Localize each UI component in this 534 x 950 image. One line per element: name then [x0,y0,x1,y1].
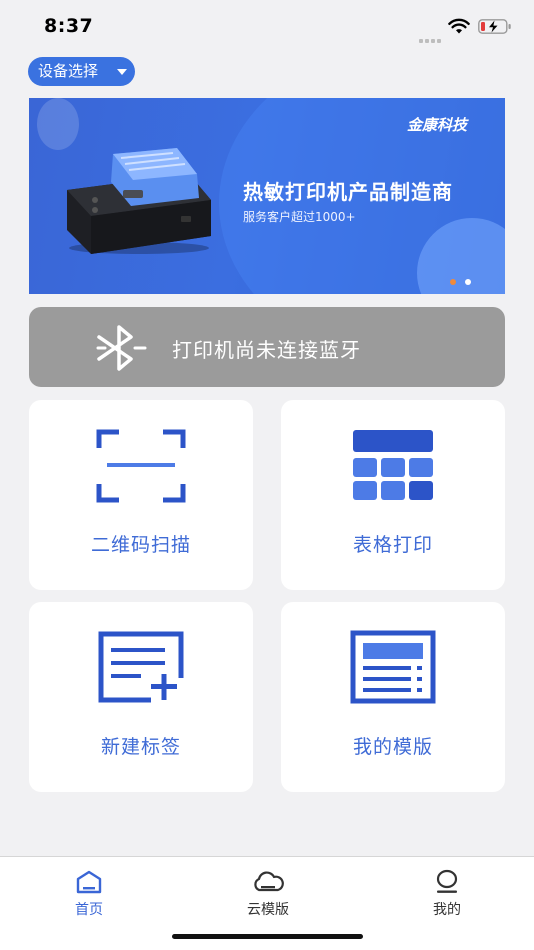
tab-home[interactable]: 首页 [29,869,149,929]
home-icon [76,870,102,894]
cloud-icon [254,871,284,892]
new-label-tile[interactable]: 新建标签 [29,602,253,792]
banner-brand: 金康科技 [407,116,468,134]
home-indicator [172,934,363,939]
scan-icon [96,429,186,503]
qr-scan-tile[interactable]: 二维码扫描 [29,400,253,590]
tab-cloud-templates[interactable]: 云模版 [208,869,328,929]
carousel-indicator [450,270,480,289]
table-print-tile[interactable]: 表格打印 [281,400,505,590]
my-templates-tile[interactable]: 我的模版 [281,602,505,792]
bluetooth-connect-bar[interactable]: 打印机尚未连接蓝牙 [29,307,505,387]
bluetooth-icon [96,325,147,371]
wifi-icon [448,18,470,34]
tile-label: 表格打印 [352,534,433,556]
bluetooth-status-text: 打印机尚未连接蓝牙 [172,338,361,362]
user-icon [436,869,458,893]
device-select-label: 设备选择 [38,62,99,80]
cellular-signal-icon [419,28,443,43]
status-time: 8:37 [44,15,94,37]
promo-banner[interactable]: 金康科技 热敏打印机产品制造商 服务客户超过1000+ [29,98,505,294]
carousel-dot-active [450,279,456,285]
device-select-button[interactable]: 设备选择 [28,57,135,86]
new-label-icon [98,631,184,703]
tab-label: 云模版 [247,902,289,918]
tile-label: 二维码扫描 [90,534,191,556]
tab-label: 首页 [75,902,103,918]
tab-label: 我的 [433,902,461,918]
tab-mine[interactable]: 我的 [387,869,507,929]
tile-label: 我的模版 [352,736,433,758]
table-grid-icon [353,430,433,500]
banner-headline: 热敏打印机产品制造商 [243,180,453,204]
thermal-printer-image [67,148,211,254]
carousel-dot [465,279,471,285]
banner-subline: 服务客户超过1000+ [243,210,356,224]
tile-label: 新建标签 [100,736,181,758]
banner-decoration [37,98,79,150]
caret-down-icon [117,69,127,75]
status-bar: 8:37 [0,0,534,50]
battery-charging-icon [478,19,511,34]
template-icon [350,630,436,704]
